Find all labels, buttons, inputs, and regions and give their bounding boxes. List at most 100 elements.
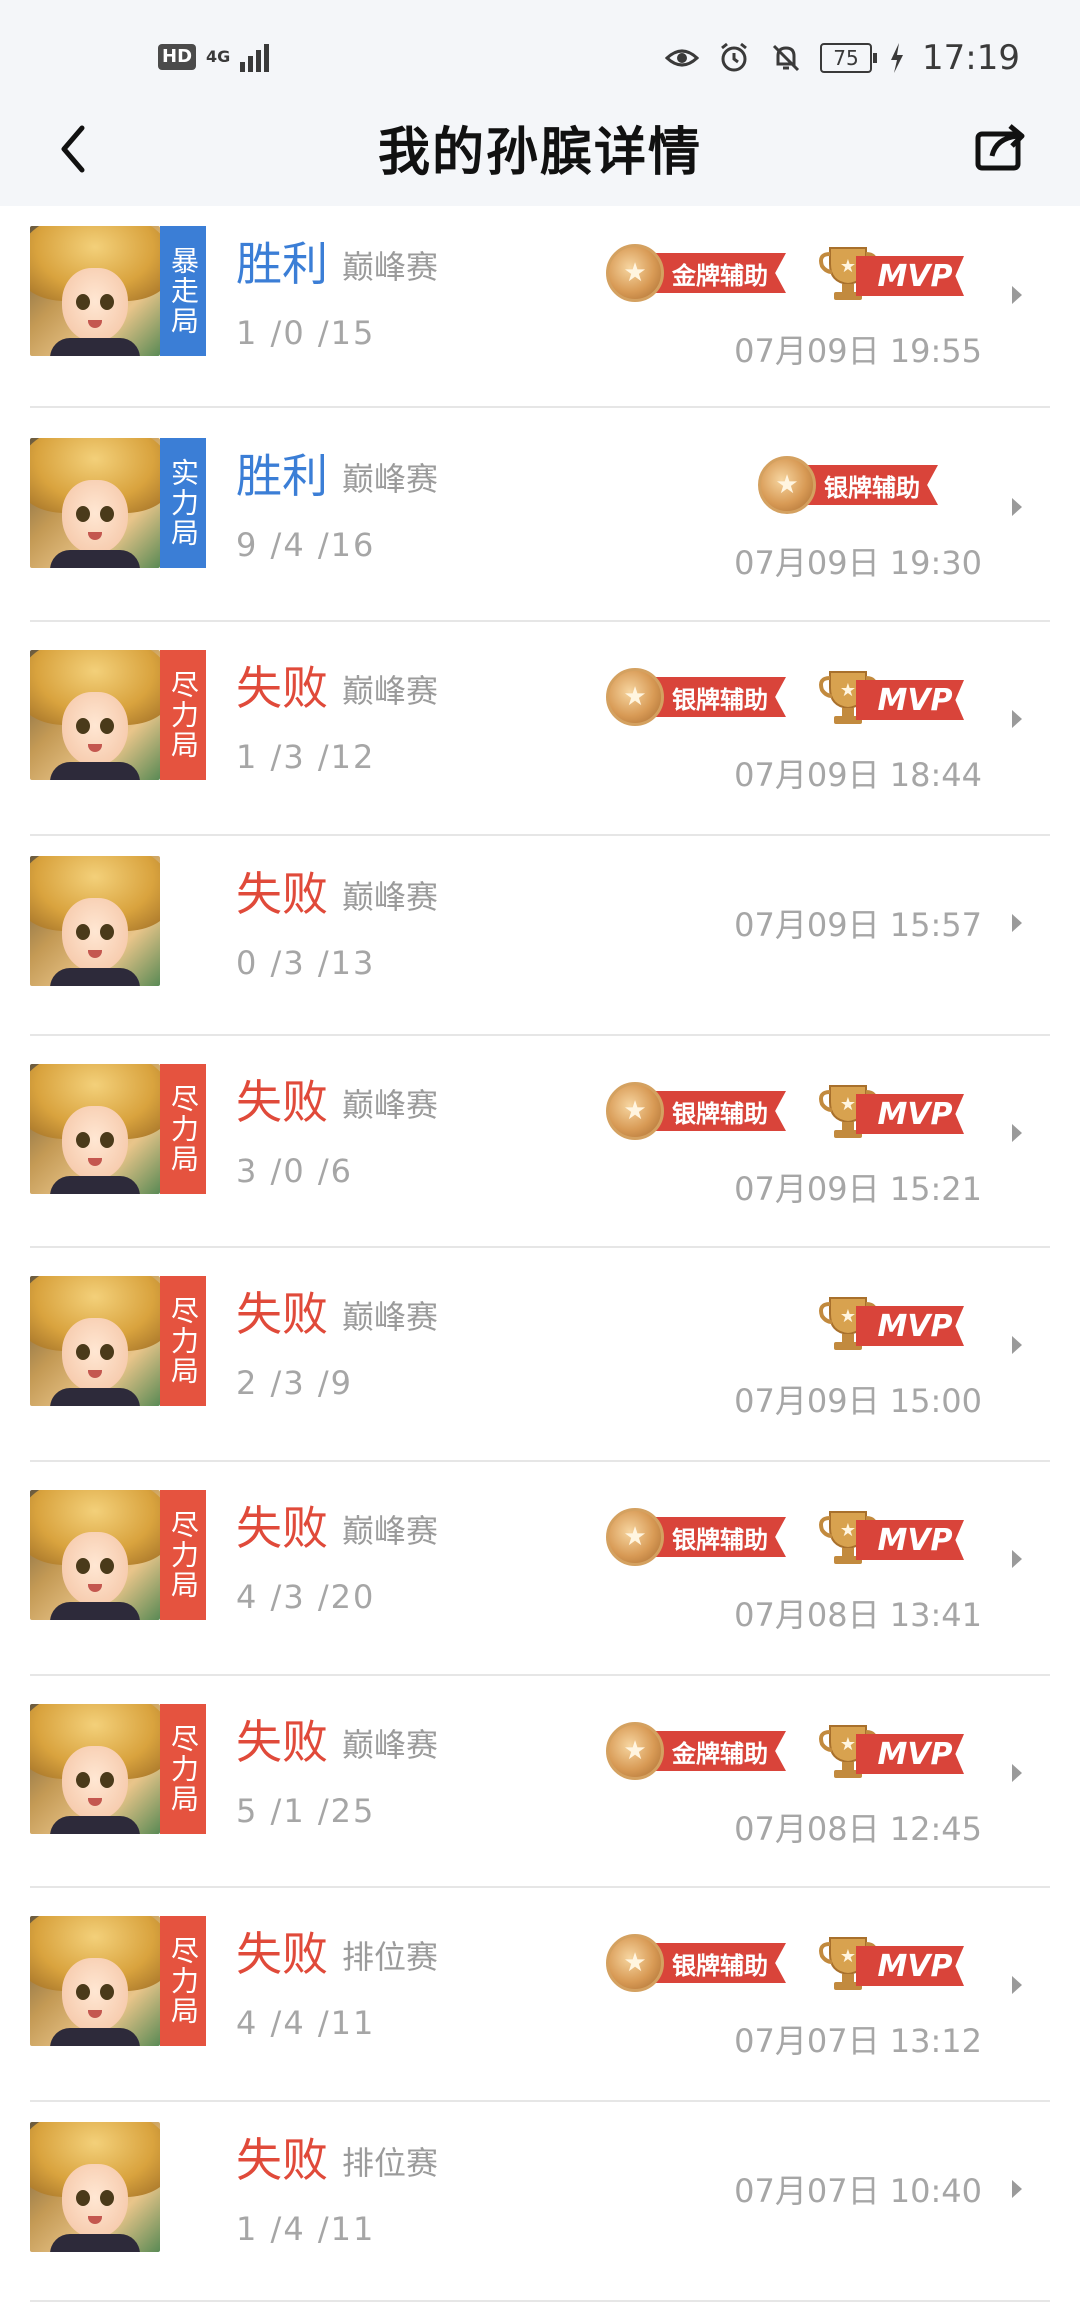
match-mode: 巅峰赛 — [342, 878, 439, 916]
match-datetime: 07月09日 19:55 — [734, 332, 982, 370]
hero-avatar — [30, 1916, 160, 2046]
match-datetime: 07月07日 13:12 — [734, 2022, 982, 2060]
match-mode: 巅峰赛 — [342, 1726, 439, 1764]
match-row[interactable]: 尽力局 失败 巅峰赛 5 /1 /25 07月08日 12:45 ★ 金牌辅助 ★ MVP — [0, 1684, 1080, 1886]
assist-badge-label: 银牌辅助 — [650, 677, 786, 717]
match-tag: 实力局 — [160, 438, 206, 568]
match-kda: 1 /4 /11 — [236, 2210, 376, 2248]
row-divider — [30, 1034, 1050, 1036]
hero-avatar — [30, 1704, 160, 1834]
svg-text:★: ★ — [840, 1734, 856, 1755]
mvp-badge: ★ MVP — [818, 242, 964, 304]
chevron-right-icon — [1004, 1760, 1030, 1786]
match-datetime: 07月08日 12:45 — [734, 1810, 982, 1848]
svg-text:★: ★ — [840, 256, 856, 277]
match-row[interactable]: 失败 排位赛 1 /4 /11 07月07日 10:40 — [0, 2110, 1080, 2300]
svg-text:★: ★ — [840, 1946, 856, 1967]
assist-badge: ★ 银牌辅助 — [606, 1080, 786, 1142]
hero-avatar — [30, 1490, 160, 1620]
row-divider — [30, 834, 1050, 836]
chevron-right-icon — [1004, 2176, 1030, 2202]
match-row[interactable]: 尽力局 失败 巅峰赛 4 /3 /20 07月08日 13:41 ★ 银牌辅助 ★ MVP — [0, 1470, 1080, 1674]
match-mode: 排位赛 — [342, 2144, 439, 2182]
medal-icon: ★ — [606, 244, 664, 302]
match-kda: 1 /0 /15 — [236, 314, 376, 352]
assist-badge: ★ 银牌辅助 — [606, 1506, 786, 1568]
mvp-badge: ★ MVP — [818, 1292, 964, 1354]
mvp-label: MVP — [856, 1946, 964, 1986]
hero-avatar — [30, 226, 160, 356]
assist-badge-label: 银牌辅助 — [650, 1091, 786, 1131]
hero-avatar — [30, 1276, 160, 1406]
status-left: HD 4G — [158, 42, 270, 72]
mvp-badge: ★ MVP — [818, 1506, 964, 1568]
match-tag: 尽力局 — [160, 1916, 206, 2046]
mvp-badge: ★ MVP — [818, 1080, 964, 1142]
mvp-badge: ★ MVP — [818, 1720, 964, 1782]
row-divider — [30, 1674, 1050, 1676]
match-kda: 9 /4 /16 — [236, 526, 376, 564]
battery-icon: 75 — [820, 43, 878, 73]
eye-icon — [664, 40, 700, 76]
network-type: 4G — [206, 47, 231, 66]
match-result: 胜利 — [236, 237, 328, 291]
match-row[interactable]: 尽力局 失败 巅峰赛 1 /3 /12 07月09日 18:44 ★ 银牌辅助 ★ MVP — [0, 630, 1080, 834]
alarm-icon — [716, 40, 752, 76]
hero-avatar — [30, 438, 160, 568]
chevron-right-icon — [1004, 494, 1030, 520]
match-row[interactable]: 尽力局 失败 巅峰赛 3 /0 /6 07月09日 15:21 ★ 银牌辅助 ★ MVP — [0, 1044, 1080, 1246]
match-kda: 4 /3 /20 — [236, 1578, 376, 1616]
match-datetime: 07月09日 15:00 — [734, 1382, 982, 1420]
svg-text:★: ★ — [840, 1520, 856, 1541]
match-kda: 1 /3 /12 — [236, 738, 376, 776]
match-tag: 尽力局 — [160, 1704, 206, 1834]
match-result: 失败 — [236, 2133, 328, 2187]
match-result: 失败 — [236, 1287, 328, 1341]
assist-badge: ★ 银牌辅助 — [606, 1932, 786, 1994]
mvp-badge: ★ MVP — [818, 666, 964, 728]
assist-badge-label: 银牌辅助 — [650, 1517, 786, 1557]
match-tag: 尽力局 — [160, 1276, 206, 1406]
match-mode: 巅峰赛 — [342, 460, 439, 498]
assist-badge: ★ 银牌辅助 — [758, 454, 938, 516]
match-row[interactable]: 尽力局 失败 排位赛 4 /4 /11 07月07日 13:12 ★ 银牌辅助 ★ MVP — [0, 1896, 1080, 2100]
match-mode: 巅峰赛 — [342, 248, 439, 286]
row-divider — [30, 620, 1050, 622]
hero-avatar — [30, 2122, 160, 2252]
share-button[interactable] — [970, 116, 1030, 176]
medal-icon: ★ — [606, 668, 664, 726]
match-row[interactable]: 失败 巅峰赛 0 /3 /13 07月09日 15:57 — [0, 844, 1080, 1034]
share-icon — [975, 124, 1025, 171]
chevron-right-icon — [1004, 1120, 1030, 1146]
row-divider — [30, 1246, 1050, 1248]
match-datetime: 07月09日 15:21 — [734, 1170, 982, 1208]
chevron-right-icon — [1004, 1972, 1030, 1998]
nav-header: 我的孙膑详情 — [0, 100, 1080, 206]
assist-badge-label: 银牌辅助 — [650, 1943, 786, 1983]
match-result: 失败 — [236, 867, 328, 921]
mvp-label: MVP — [856, 680, 964, 720]
match-kda: 4 /4 /11 — [236, 2004, 376, 2042]
match-tag: 尽力局 — [160, 650, 206, 780]
mute-bell-icon — [768, 40, 804, 76]
match-kda: 3 /0 /6 — [236, 1152, 353, 1190]
svg-text:★: ★ — [840, 1094, 856, 1115]
mvp-label: MVP — [856, 1306, 964, 1346]
match-result: 失败 — [236, 1715, 328, 1769]
match-datetime: 07月09日 19:30 — [734, 544, 982, 582]
match-datetime: 07月08日 13:41 — [734, 1596, 982, 1634]
mvp-label: MVP — [856, 1734, 964, 1774]
match-row[interactable]: 实力局 胜利 巅峰赛 9 /4 /16 07月09日 19:30 ★ 银牌辅助 — [0, 418, 1080, 620]
clock: 17:19 — [922, 38, 1020, 78]
row-divider — [30, 1886, 1050, 1888]
medal-icon: ★ — [606, 1722, 664, 1780]
match-row[interactable]: 尽力局 失败 巅峰赛 2 /3 /9 07月09日 15:00 ★ MVP — [0, 1256, 1080, 1460]
match-datetime: 07月07日 10:40 — [734, 2172, 982, 2210]
assist-badge-label: 银牌辅助 — [802, 465, 938, 505]
mvp-label: MVP — [856, 1520, 964, 1560]
match-row[interactable]: 暴走局 胜利 巅峰赛 1 /0 /15 07月09日 19:55 ★ 金牌辅助 ★ MVP — [0, 206, 1080, 406]
hd-icon: HD — [158, 44, 197, 70]
match-tag: 暴走局 — [160, 226, 206, 356]
hero-avatar — [30, 856, 160, 986]
assist-badge: ★ 银牌辅助 — [606, 666, 786, 728]
